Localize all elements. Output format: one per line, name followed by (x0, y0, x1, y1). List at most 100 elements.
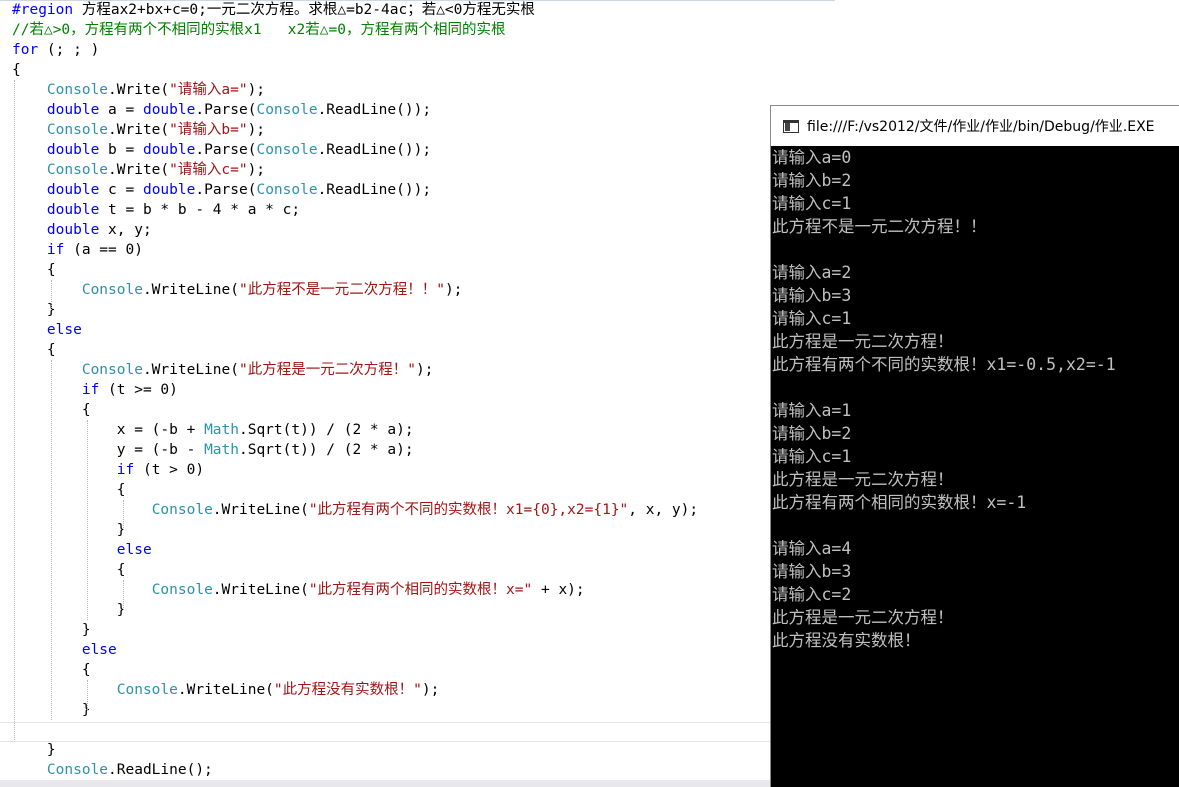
code-token: ); (247, 162, 266, 178)
code-token: Console (116, 682, 178, 698)
console-app-icon (783, 119, 799, 133)
horizontal-scrollbar[interactable] (0, 780, 770, 787)
code-token: //若△>0，方程有两个不相同的实根x1 x2若△=0，方程有两个相同的实根 (12, 22, 506, 38)
code-line: Console.Write("请输入c="); (12, 160, 265, 180)
code-token: Math (204, 422, 239, 438)
code-line: if (t >= 0) (12, 380, 178, 400)
code-token: Console (81, 362, 143, 378)
console-output-line: 请输入c=1 (772, 309, 852, 328)
code-token: .WriteLine( (177, 682, 274, 698)
code-token: double (46, 182, 100, 198)
console-output-line: 此方程是一元二次方程！ (772, 608, 954, 627)
code-token: .WriteLine( (212, 502, 309, 518)
code-token: double (142, 102, 196, 118)
code-token: #region (12, 2, 74, 18)
code-token: double (46, 102, 100, 118)
code-token: double (46, 202, 100, 218)
code-token: Console (151, 582, 213, 598)
code-token: b = (99, 142, 143, 158)
code-token: } (12, 522, 126, 538)
code-token: .Parse( (195, 182, 257, 198)
code-line: Console.WriteLine("此方程有两个不同的实数根！x1={0},x… (12, 500, 698, 520)
code-token: "请输入a=" (169, 82, 248, 98)
code-token: .Sqrt(t)) / (2 * a); (238, 422, 414, 438)
code-token: } (12, 742, 56, 758)
code-token: ); (247, 122, 266, 138)
code-token: if (81, 382, 100, 398)
code-line: Console.ReadLine(); (12, 760, 213, 780)
console-output-line: 请输入a=2 (772, 263, 852, 282)
code-token: x, y; (99, 222, 152, 238)
code-token: { (12, 562, 126, 578)
code-token: } (12, 302, 56, 318)
code-token: double (46, 222, 100, 238)
code-token: else (116, 542, 152, 558)
code-token: ); (415, 362, 434, 378)
code-token: ); (444, 282, 463, 298)
console-output-line: 请输入b=3 (772, 562, 852, 581)
code-token: .Parse( (195, 142, 257, 158)
code-token: ); (421, 682, 440, 698)
code-token: (; ; ) (38, 42, 100, 58)
console-output-line: 此方程没有实数根！ (772, 631, 921, 650)
code-line: //若△>0，方程有两个不相同的实根x1 x2若△=0，方程有两个相同的实根 (12, 20, 505, 40)
console-titlebar[interactable]: file:///F:/vs2012/文件/作业/作业/bin/Debug/作业.… (771, 106, 1179, 146)
code-token: Console (151, 502, 213, 518)
code-line: Console.WriteLine("此方程有两个相同的实数根！x=" + x)… (12, 580, 585, 600)
code-token: .WriteLine( (212, 582, 309, 598)
code-line: { (12, 560, 126, 580)
code-token: .Write( (108, 162, 170, 178)
code-token: if (46, 242, 65, 258)
console-title: file:///F:/vs2012/文件/作业/作业/bin/Debug/作业.… (807, 119, 1155, 135)
code-token: { (12, 62, 21, 78)
code-token: "此方程有两个相同的实数根！x=" (308, 582, 533, 598)
code-token: (t >= 0) (99, 382, 178, 398)
console-output-line: 请输入b=2 (772, 424, 852, 443)
indent-guide (123, 580, 124, 610)
indent-guide (14, 80, 15, 740)
code-token: Console (46, 762, 109, 778)
code-token: double (142, 142, 196, 158)
indent-guide (87, 420, 88, 620)
code-line: Console.WriteLine("此方程没有实数根！"); (12, 680, 440, 700)
code-token: for (12, 42, 39, 58)
code-line: double b = double.Parse(Console.ReadLine… (12, 140, 431, 160)
code-token: .Write( (108, 82, 170, 98)
code-line: double t = b * b - 4 * a * c; (12, 200, 300, 220)
code-token: .Write( (108, 122, 170, 138)
code-token: a = (99, 102, 143, 118)
code-token: "请输入b=" (169, 122, 248, 138)
code-token: "此方程是一元二次方程！" (238, 362, 416, 378)
indent-guide (87, 680, 88, 710)
code-token: else (81, 642, 117, 658)
code-line: #region 方程ax2+bx+c=0;一元二次方程。求根△=b2-4ac；若… (12, 0, 535, 20)
console-output-line: 请输入c=1 (772, 447, 852, 466)
console-window[interactable]: file:///F:/vs2012/文件/作业/作业/bin/Debug/作业.… (770, 105, 1179, 787)
console-output-line: 此方程是一元二次方程！ (772, 332, 954, 351)
console-output-line: 请输入b=2 (772, 171, 852, 190)
code-token: Console (256, 182, 318, 198)
code-token: "请输入c=" (169, 162, 248, 178)
current-line-highlight (0, 722, 770, 742)
code-token: .ReadLine()); (317, 142, 432, 158)
code-line: y = (-b - Math.Sqrt(t)) / (2 * a); (12, 440, 414, 460)
console-output-line: 此方程有两个不同的实数根！x1=-0.5,x2=-1 (772, 355, 1116, 374)
code-token: + x); (532, 582, 585, 598)
code-token: (a == 0) (64, 242, 143, 258)
code-token: Console (256, 102, 318, 118)
code-token: .ReadLine()); (317, 102, 432, 118)
code-token: .WriteLine( (142, 282, 239, 298)
